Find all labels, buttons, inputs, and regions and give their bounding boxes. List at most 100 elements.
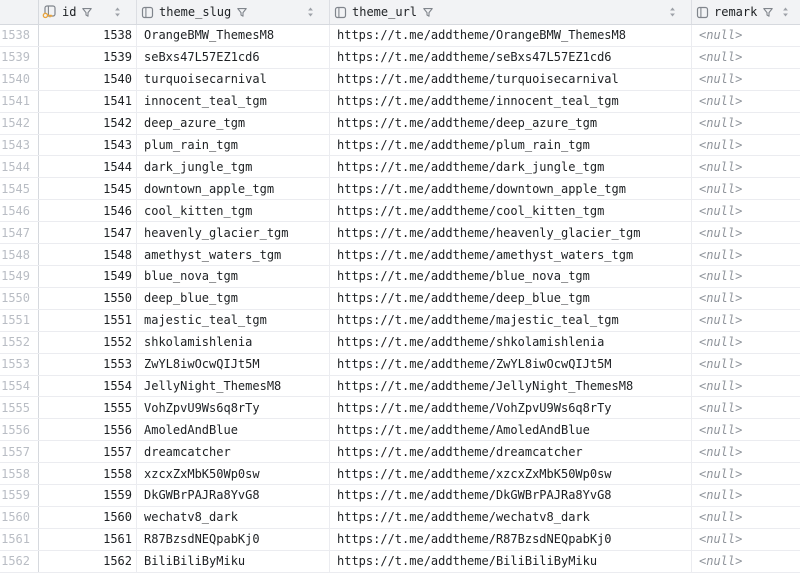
cell-theme-url[interactable]: https://t.me/addtheme/cool_kitten_tgm: [330, 200, 692, 221]
cell-theme-slug[interactable]: cool_kitten_tgm: [137, 200, 330, 221]
cell-theme-slug[interactable]: innocent_teal_tgm: [137, 91, 330, 112]
cell-theme-url[interactable]: https://t.me/addtheme/plum_rain_tgm: [330, 135, 692, 156]
cell-remark[interactable]: <null>: [692, 463, 800, 484]
cell-theme-url[interactable]: https://t.me/addtheme/JellyNight_ThemesM…: [330, 376, 692, 397]
row-number[interactable]: 1546: [0, 200, 39, 221]
cell-id[interactable]: 1548: [39, 244, 137, 265]
cell-id[interactable]: 1555: [39, 397, 137, 418]
cell-theme-url[interactable]: https://t.me/addtheme/heavenly_glacier_t…: [330, 222, 692, 243]
row-number[interactable]: 1553: [0, 354, 39, 375]
row-number[interactable]: 1539: [0, 47, 39, 68]
cell-remark[interactable]: <null>: [692, 529, 800, 550]
cell-theme-slug[interactable]: ZwYL8iwOcwQIJt5M: [137, 354, 330, 375]
cell-theme-url[interactable]: https://t.me/addtheme/turquoisecarnival: [330, 69, 692, 90]
cell-theme-url[interactable]: https://t.me/addtheme/innocent_teal_tgm: [330, 91, 692, 112]
sort-icon[interactable]: [113, 6, 122, 18]
cell-remark[interactable]: <null>: [692, 178, 800, 199]
row-number[interactable]: 1545: [0, 178, 39, 199]
cell-id[interactable]: 1544: [39, 156, 137, 177]
cell-theme-url[interactable]: https://t.me/addtheme/xzcxZxMbK50Wp0sw: [330, 463, 692, 484]
row-number[interactable]: 1554: [0, 376, 39, 397]
filter-icon[interactable]: [81, 6, 93, 18]
cell-id[interactable]: 1538: [39, 25, 137, 46]
row-number[interactable]: 1542: [0, 113, 39, 134]
cell-remark[interactable]: <null>: [692, 288, 800, 309]
cell-remark[interactable]: <null>: [692, 222, 800, 243]
cell-theme-url[interactable]: https://t.me/addtheme/BiliBiliByMiku: [330, 551, 692, 572]
cell-id[interactable]: 1553: [39, 354, 137, 375]
cell-theme-slug[interactable]: shkolamishlenia: [137, 332, 330, 353]
cell-remark[interactable]: <null>: [692, 332, 800, 353]
cell-theme-slug[interactable]: AmoledAndBlue: [137, 419, 330, 440]
column-header-remark[interactable]: remark: [692, 0, 800, 24]
cell-remark[interactable]: <null>: [692, 419, 800, 440]
cell-theme-slug[interactable]: xzcxZxMbK50Wp0sw: [137, 463, 330, 484]
cell-id[interactable]: 1562: [39, 551, 137, 572]
row-number[interactable]: 1555: [0, 397, 39, 418]
cell-id[interactable]: 1558: [39, 463, 137, 484]
cell-id[interactable]: 1557: [39, 441, 137, 462]
cell-id[interactable]: 1540: [39, 69, 137, 90]
cell-remark[interactable]: <null>: [692, 354, 800, 375]
cell-id[interactable]: 1539: [39, 47, 137, 68]
cell-id[interactable]: 1547: [39, 222, 137, 243]
cell-theme-slug[interactable]: OrangeBMW_ThemesM8: [137, 25, 330, 46]
cell-theme-slug[interactable]: dark_jungle_tgm: [137, 156, 330, 177]
row-number[interactable]: 1556: [0, 419, 39, 440]
cell-remark[interactable]: <null>: [692, 244, 800, 265]
cell-theme-slug[interactable]: majestic_teal_tgm: [137, 310, 330, 331]
row-number[interactable]: 1541: [0, 91, 39, 112]
cell-remark[interactable]: <null>: [692, 266, 800, 287]
cell-theme-url[interactable]: https://t.me/addtheme/dreamcatcher: [330, 441, 692, 462]
column-header-theme-url[interactable]: theme_url: [330, 0, 692, 24]
cell-id[interactable]: 1545: [39, 178, 137, 199]
cell-remark[interactable]: <null>: [692, 485, 800, 506]
cell-remark[interactable]: <null>: [692, 507, 800, 528]
cell-theme-slug[interactable]: DkGWBrPAJRa8YvG8: [137, 485, 330, 506]
row-number[interactable]: 1562: [0, 551, 39, 572]
sort-icon[interactable]: [306, 6, 315, 18]
cell-theme-url[interactable]: https://t.me/addtheme/dark_jungle_tgm: [330, 156, 692, 177]
cell-id[interactable]: 1552: [39, 332, 137, 353]
row-number[interactable]: 1551: [0, 310, 39, 331]
cell-theme-slug[interactable]: deep_azure_tgm: [137, 113, 330, 134]
column-header-id[interactable]: id: [39, 0, 137, 24]
cell-theme-url[interactable]: https://t.me/addtheme/seBxs47L57EZ1cd6: [330, 47, 692, 68]
row-number[interactable]: 1548: [0, 244, 39, 265]
row-number[interactable]: 1547: [0, 222, 39, 243]
cell-theme-slug[interactable]: amethyst_waters_tgm: [137, 244, 330, 265]
cell-id[interactable]: 1561: [39, 529, 137, 550]
cell-theme-url[interactable]: https://t.me/addtheme/shkolamishlenia: [330, 332, 692, 353]
cell-theme-slug[interactable]: JellyNight_ThemesM8: [137, 376, 330, 397]
cell-theme-url[interactable]: https://t.me/addtheme/deep_blue_tgm: [330, 288, 692, 309]
cell-theme-slug[interactable]: blue_nova_tgm: [137, 266, 330, 287]
cell-theme-url[interactable]: https://t.me/addtheme/R87BzsdNEQpabKj0: [330, 529, 692, 550]
cell-theme-slug[interactable]: BiliBiliByMiku: [137, 551, 330, 572]
cell-id[interactable]: 1550: [39, 288, 137, 309]
cell-remark[interactable]: <null>: [692, 47, 800, 68]
cell-remark[interactable]: <null>: [692, 376, 800, 397]
cell-theme-url[interactable]: https://t.me/addtheme/VohZpvU9Ws6q8rTy: [330, 397, 692, 418]
cell-theme-url[interactable]: https://t.me/addtheme/OrangeBMW_ThemesM8: [330, 25, 692, 46]
cell-id[interactable]: 1541: [39, 91, 137, 112]
cell-theme-url[interactable]: https://t.me/addtheme/majestic_teal_tgm: [330, 310, 692, 331]
cell-id[interactable]: 1549: [39, 266, 137, 287]
row-number[interactable]: 1549: [0, 266, 39, 287]
cell-id[interactable]: 1551: [39, 310, 137, 331]
cell-remark[interactable]: <null>: [692, 310, 800, 331]
cell-theme-url[interactable]: https://t.me/addtheme/wechatv8_dark: [330, 507, 692, 528]
cell-theme-slug[interactable]: deep_blue_tgm: [137, 288, 330, 309]
cell-id[interactable]: 1554: [39, 376, 137, 397]
row-number[interactable]: 1543: [0, 135, 39, 156]
cell-remark[interactable]: <null>: [692, 25, 800, 46]
cell-remark[interactable]: <null>: [692, 91, 800, 112]
row-number[interactable]: 1550: [0, 288, 39, 309]
cell-id[interactable]: 1559: [39, 485, 137, 506]
cell-theme-url[interactable]: https://t.me/addtheme/AmoledAndBlue: [330, 419, 692, 440]
cell-theme-slug[interactable]: dreamcatcher: [137, 441, 330, 462]
cell-id[interactable]: 1542: [39, 113, 137, 134]
filter-icon[interactable]: [236, 6, 248, 18]
cell-theme-url[interactable]: https://t.me/addtheme/DkGWBrPAJRa8YvG8: [330, 485, 692, 506]
cell-id[interactable]: 1543: [39, 135, 137, 156]
cell-remark[interactable]: <null>: [692, 551, 800, 572]
